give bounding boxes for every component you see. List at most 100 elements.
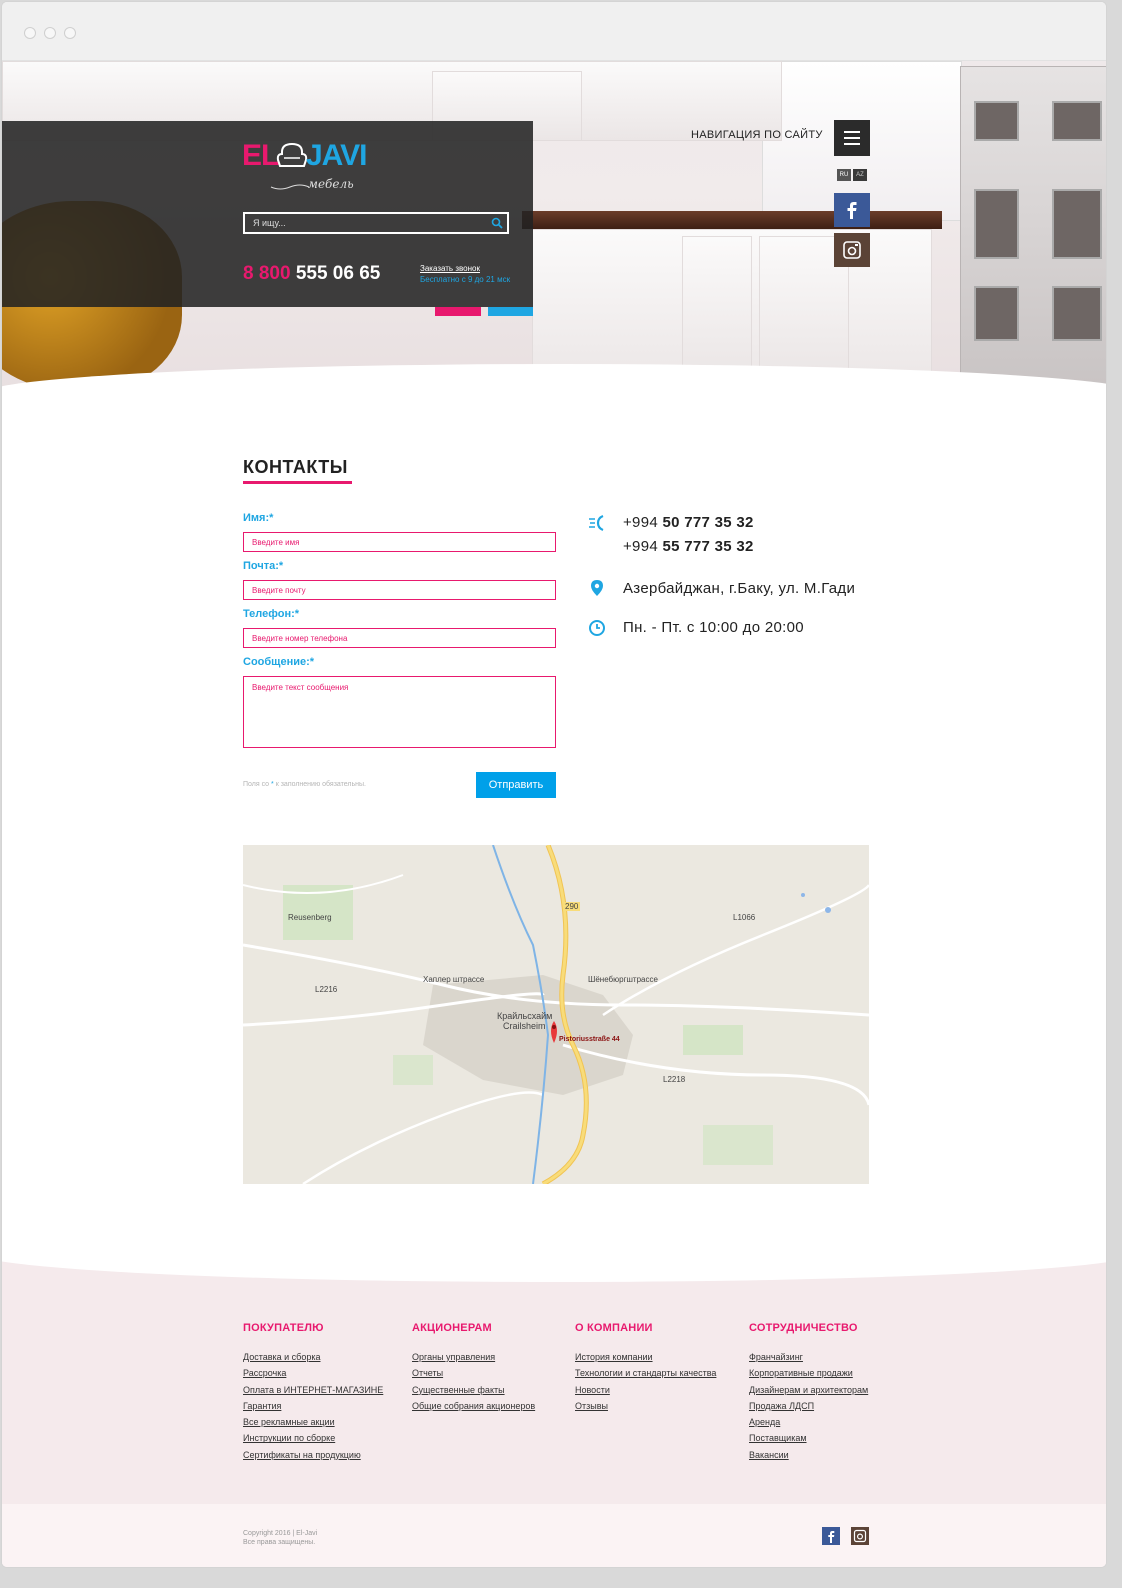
footer-link[interactable]: Существенные факты: [412, 1382, 535, 1398]
footer-link[interactable]: Аренда: [749, 1414, 868, 1430]
hotline-number: 555 06 65: [295, 263, 381, 284]
hotline-prefix: 8 800: [243, 263, 291, 284]
footer-link[interactable]: Гарантия: [243, 1398, 383, 1414]
footer-bottom-bar: Copyright 2016 | El-Javi Все права защищ…: [2, 1504, 1106, 1567]
site-footer: ПОКУПАТЕЛЮ Доставка и сборка Рассрочка О…: [2, 1222, 1106, 1567]
footer-column-title: О КОМПАНИИ: [575, 1322, 653, 1334]
contact-hours: Пн. - Пт. с 10:00 до 20:00: [623, 619, 804, 636]
footer-link[interactable]: Дизайнерам и архитекторам: [749, 1382, 868, 1398]
footer-link[interactable]: История компании: [575, 1349, 716, 1365]
page-title: КОНТАКТЫ: [243, 457, 348, 477]
required-fields-note: Поля со * к заполнению обязательны.: [243, 781, 367, 788]
accent-bar-pink: [435, 307, 481, 316]
footer-link[interactable]: Органы управления: [412, 1349, 535, 1365]
map-label-road-5: L2216: [315, 985, 338, 994]
logo-swash: [270, 184, 310, 190]
map-label-road-3: L2218: [663, 1075, 686, 1084]
window-close-dot[interactable]: [24, 27, 36, 39]
map-pin-address: Pistoriusstraße 44: [559, 1036, 620, 1043]
contact-phone-1[interactable]: +994 50 777 35 32: [623, 514, 754, 531]
footer-link[interactable]: Отчеты: [412, 1365, 535, 1381]
footer-column-title: АКЦИОНЕРАМ: [412, 1322, 492, 1334]
site-navigation-label[interactable]: НАВИГАЦИЯ ПО САЙТУ: [691, 129, 823, 141]
brand-name-part1: EL: [242, 139, 279, 172]
footer-column-title: ПОКУПАТЕЛЮ: [243, 1322, 324, 1334]
message-field[interactable]: [243, 676, 556, 748]
footer-link[interactable]: Отзывы: [575, 1398, 716, 1414]
contact-phone-2[interactable]: +994 55 777 35 32: [623, 538, 754, 555]
window-minimize-dot[interactable]: [44, 27, 56, 39]
footer-column-partnership: СОТРУДНИЧЕСТВО Франчайзинг Корпоративные…: [749, 1322, 868, 1463]
facebook-icon: [828, 1531, 835, 1543]
facebook-button[interactable]: [834, 193, 870, 227]
hero-banner: EL JAVI мебель 8 800 555 06 65 Заказать …: [2, 61, 1106, 396]
phone-icon: [589, 514, 604, 532]
callback-hours: Бесплатно с 9 до 21 мск: [420, 275, 511, 284]
location-map[interactable]: Крайльсхайм Crailsheim Pistoriusstraße 4…: [243, 845, 869, 1184]
footer-link[interactable]: Общие собрания акционеров: [412, 1398, 535, 1414]
footer-link[interactable]: Новости: [575, 1382, 716, 1398]
footer-facebook-button[interactable]: [822, 1527, 840, 1545]
search-input[interactable]: [243, 212, 509, 234]
brand-tagline: мебель: [308, 177, 354, 191]
map-label-road-2: Шёнебюргштрассе: [588, 975, 658, 984]
map-city-ru: Крайльсхайм: [497, 1011, 553, 1021]
footer-column-title: СОТРУДНИЧЕСТВО: [749, 1322, 858, 1334]
submit-button[interactable]: Отправить: [476, 772, 556, 798]
instagram-icon: [853, 1529, 867, 1543]
footer-link[interactable]: Доставка и сборка: [243, 1349, 383, 1365]
footer-link[interactable]: Поставщикам: [749, 1430, 868, 1446]
instagram-button[interactable]: [834, 233, 870, 267]
map-label-route-290: 290: [563, 902, 581, 911]
name-label: Имя:*: [243, 512, 274, 524]
footer-column-buyers: ПОКУПАТЕЛЮ Доставка и сборка Рассрочка О…: [243, 1322, 383, 1463]
rights-text: Все права защищены.: [243, 1539, 316, 1546]
clock-icon: [589, 620, 605, 636]
footer-link[interactable]: Франчайзинг: [749, 1349, 868, 1365]
hotline-phone[interactable]: 8 800 555 06 65: [243, 263, 380, 285]
facebook-icon: [847, 202, 857, 219]
search-icon[interactable]: [491, 217, 503, 229]
footer-column-company: О КОМПАНИИ История компании Технологии и…: [575, 1322, 716, 1414]
map-label-reusenberg: Reusenberg: [288, 913, 332, 922]
email-label: Почта:*: [243, 560, 284, 572]
location-pin-icon: [591, 580, 603, 596]
message-label: Сообщение:*: [243, 656, 315, 668]
brand-logo[interactable]: EL JAVI мебель: [242, 139, 382, 195]
map-label-road-4: L1066: [733, 913, 756, 922]
copyright: Copyright 2016 | El-Javi Все права защищ…: [243, 1529, 317, 1547]
armchair-logo-icon: [276, 142, 308, 167]
map-label-road-1: Хаплер штрассе: [423, 975, 485, 984]
footer-link[interactable]: Вакансии: [749, 1447, 868, 1463]
footer-link[interactable]: Корпоративные продажи: [749, 1365, 868, 1381]
footer-link[interactable]: Инструкции по сборке: [243, 1430, 383, 1446]
instagram-icon: [843, 241, 861, 259]
browser-window: EL JAVI мебель 8 800 555 06 65 Заказать …: [1, 1, 1107, 1568]
title-underline: [243, 481, 352, 484]
footer-link[interactable]: Технологии и стандарты качества: [575, 1365, 716, 1381]
copyright-text: Copyright 2016 | El-Javi: [243, 1530, 318, 1537]
brand-name-part2: JAVI: [306, 139, 367, 172]
footer-link[interactable]: Оплата в ИНТЕРНЕТ-МАГАЗИНЕ: [243, 1382, 383, 1398]
footer-column-shareholders: АКЦИОНЕРАМ Органы управления Отчеты Суще…: [412, 1322, 535, 1414]
browser-chrome: [2, 2, 1106, 61]
map-canvas: [243, 845, 869, 1184]
footer-instagram-button[interactable]: [851, 1527, 869, 1545]
phone-field[interactable]: [243, 628, 556, 648]
callback-link[interactable]: Заказать звонок: [420, 264, 480, 273]
footer-wave: [2, 1222, 1106, 1282]
map-city: Crailsheim: [503, 1021, 546, 1031]
footer-link[interactable]: Сертификаты на продукцию: [243, 1447, 383, 1463]
hamburger-menu-button[interactable]: [834, 120, 870, 156]
language-ru[interactable]: RU: [837, 169, 851, 181]
footer-link[interactable]: Рассрочка: [243, 1365, 383, 1381]
phone-label: Телефон:*: [243, 608, 300, 620]
email-field[interactable]: [243, 580, 556, 600]
footer-link[interactable]: Все рекламные акции: [243, 1414, 383, 1430]
name-field[interactable]: [243, 532, 556, 552]
contact-address: Азербайджан, г.Баку, ул. М.Гади: [623, 580, 856, 597]
window-maximize-dot[interactable]: [64, 27, 76, 39]
language-az[interactable]: AZ: [853, 169, 867, 181]
accent-bar-blue: [488, 307, 533, 316]
footer-link[interactable]: Продажа ЛДСП: [749, 1398, 868, 1414]
